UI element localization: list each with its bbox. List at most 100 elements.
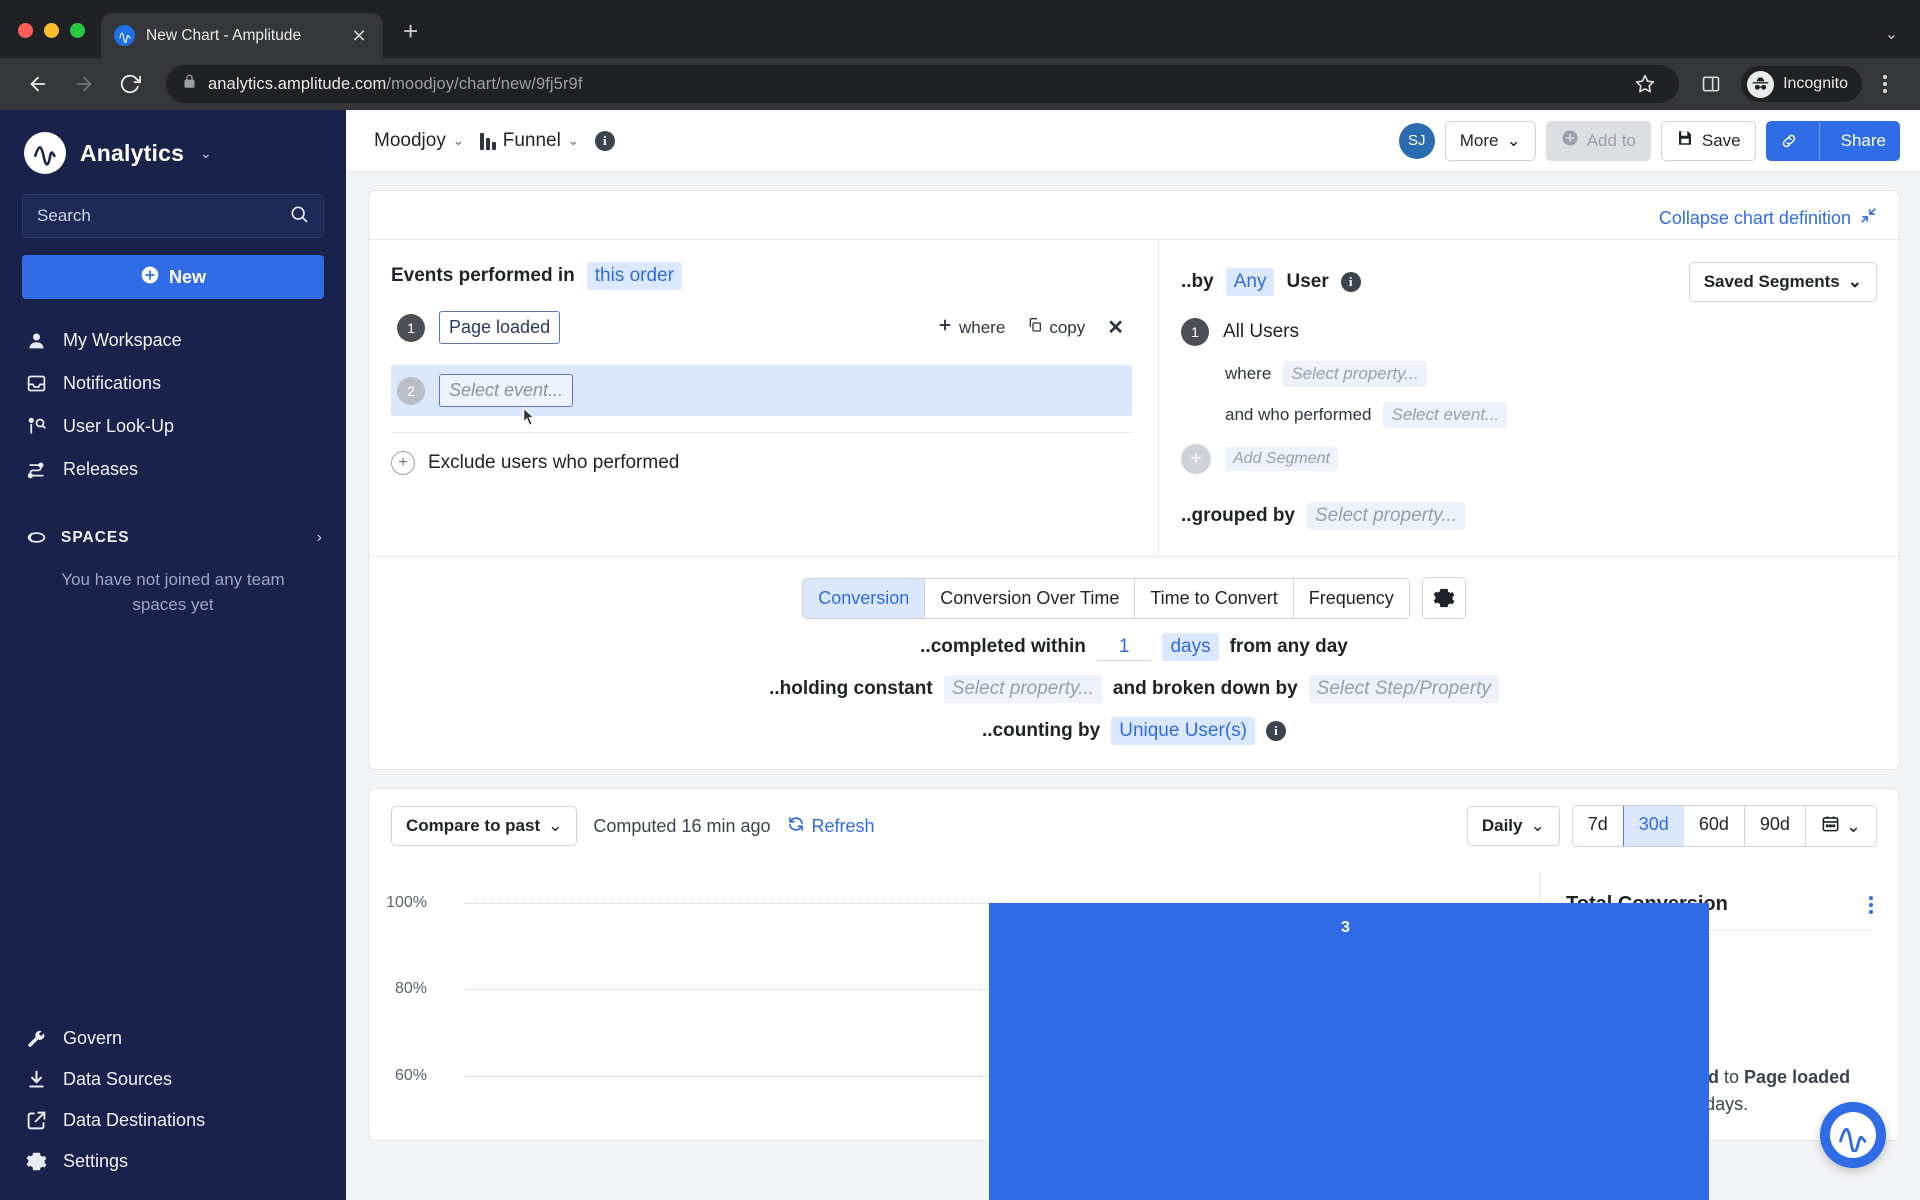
add-segment-button[interactable]: + Add Segment bbox=[1181, 444, 1877, 474]
share-button-label: Share bbox=[1840, 130, 1886, 150]
event-row[interactable]: 1 Page loaded where copy ✕ bbox=[391, 302, 1132, 353]
event-selector[interactable]: Page loaded bbox=[439, 311, 561, 344]
sidebar-item-settings[interactable]: Settings bbox=[0, 1141, 346, 1182]
remove-event-button[interactable]: ✕ bbox=[1107, 315, 1124, 340]
saved-segments-label: Saved Segments bbox=[1703, 272, 1840, 291]
more-button[interactable]: More ⌄ bbox=[1444, 120, 1536, 161]
chart-type-selector[interactable]: Funnel ⌄ bbox=[479, 130, 579, 152]
avatar[interactable]: SJ bbox=[1398, 122, 1435, 159]
chevron-down-icon[interactable]: ⌄ bbox=[200, 145, 212, 162]
sidebar-spaces-header[interactable]: SPACES › bbox=[0, 513, 346, 554]
calendar-range-button[interactable]: ⌄ bbox=[1805, 806, 1876, 846]
plus-circle-outline-icon: + bbox=[391, 451, 415, 475]
refresh-button[interactable]: Refresh bbox=[787, 815, 875, 838]
days-unit-selector[interactable]: days bbox=[1162, 633, 1219, 661]
incognito-profile-button[interactable]: Incognito bbox=[1741, 66, 1862, 102]
tab-conversion[interactable]: Conversion bbox=[803, 578, 926, 618]
sidebar-item-govern[interactable]: Govern bbox=[0, 1018, 346, 1059]
bar-value-label: 3 bbox=[1341, 919, 1350, 936]
sidebar-item-releases[interactable]: Releases bbox=[0, 448, 346, 491]
segment-where-value[interactable]: Select property... bbox=[1283, 361, 1427, 387]
calendar-icon bbox=[1821, 814, 1840, 838]
sidebar-item-my-workspace[interactable]: My Workspace bbox=[0, 319, 346, 362]
event-row[interactable]: 2 Select event... bbox=[391, 365, 1132, 416]
chart-definition-card: Collapse chart definition Events perform… bbox=[368, 190, 1900, 770]
browser-tab[interactable]: New Chart - Amplitude ✕ bbox=[101, 13, 383, 58]
event-selector[interactable]: Select event... bbox=[439, 374, 574, 407]
project-selector[interactable]: Moodjoy ⌄ bbox=[374, 130, 464, 152]
maximize-window-button[interactable] bbox=[70, 23, 85, 38]
new-button[interactable]: New bbox=[22, 255, 324, 299]
y-axis-tick-label: 100% bbox=[386, 894, 427, 911]
help-fab-button[interactable] bbox=[1820, 1102, 1886, 1168]
range-30d[interactable]: 30d bbox=[1622, 806, 1685, 846]
range-90d[interactable]: 90d bbox=[1744, 806, 1806, 846]
brand-header[interactable]: Analytics ⌄ bbox=[0, 110, 346, 188]
holding-constant-label: ..holding constant bbox=[769, 678, 933, 699]
url-path: /moodjoy/chart/new/9fj5r9f bbox=[386, 74, 583, 93]
reload-icon[interactable] bbox=[110, 64, 150, 104]
holding-constant-value[interactable]: Select property... bbox=[943, 675, 1102, 703]
sidebar-item-data-destinations[interactable]: Data Destinations bbox=[0, 1100, 346, 1141]
share-button[interactable]: Share bbox=[1765, 120, 1900, 161]
any-pill[interactable]: Any bbox=[1225, 268, 1275, 296]
tab-conversion-over-time[interactable]: Conversion Over Time bbox=[925, 578, 1136, 618]
search-input[interactable] bbox=[37, 206, 289, 226]
sidebar-item-notifications[interactable]: Notifications bbox=[0, 362, 346, 405]
chevron-right-icon[interactable]: › bbox=[317, 529, 322, 547]
divider bbox=[391, 432, 1132, 433]
grouped-by-value[interactable]: Select property... bbox=[1307, 502, 1466, 530]
three-dot-menu-icon[interactable] bbox=[1868, 66, 1902, 102]
saved-segments-button[interactable]: Saved Segments ⌄ bbox=[1688, 262, 1877, 302]
info-icon[interactable]: i bbox=[1340, 272, 1361, 292]
add-to-button-label: Add to bbox=[1586, 130, 1636, 150]
granularity-selector[interactable]: Daily ⌄ bbox=[1466, 806, 1560, 846]
collapse-chart-definition-button[interactable]: Collapse chart definition bbox=[1659, 207, 1877, 229]
exclude-users-button[interactable]: + Exclude users who performed bbox=[391, 451, 1132, 475]
forward-arrow-icon[interactable] bbox=[64, 64, 104, 104]
bar-series-1[interactable] bbox=[989, 903, 1709, 1200]
sidebar-item-user-look-up[interactable]: User Look-Up bbox=[0, 405, 346, 448]
search-box[interactable] bbox=[22, 194, 324, 238]
address-bar[interactable]: analytics.amplitude.com/moodjoy/chart/ne… bbox=[166, 65, 1680, 103]
range-7d[interactable]: 7d bbox=[1572, 806, 1624, 846]
add-where-button[interactable]: where bbox=[937, 317, 1005, 338]
tab-frequency[interactable]: Frequency bbox=[1293, 578, 1409, 618]
copy-event-button[interactable]: copy bbox=[1027, 317, 1085, 338]
minimize-window-button[interactable] bbox=[44, 23, 59, 38]
side-panel-icon[interactable] bbox=[1693, 66, 1729, 102]
new-tab-button[interactable]: + bbox=[403, 18, 418, 58]
range-60d[interactable]: 60d bbox=[1683, 806, 1745, 846]
star-icon[interactable] bbox=[1627, 66, 1663, 102]
three-dot-menu-icon[interactable] bbox=[1869, 895, 1873, 914]
tab-list-menu-button[interactable]: ⌄ bbox=[1885, 24, 1920, 58]
broken-down-value[interactable]: Select Step/Property bbox=[1308, 675, 1499, 703]
chevron-down-icon: ⌄ bbox=[567, 132, 579, 148]
info-icon[interactable]: i bbox=[1265, 721, 1286, 741]
close-tab-button[interactable]: ✕ bbox=[348, 27, 370, 45]
counting-by-value[interactable]: Unique User(s) bbox=[1111, 717, 1255, 745]
browser-tabstrip: New Chart - Amplitude ✕ + ⌄ bbox=[0, 0, 1920, 58]
inbox-icon bbox=[24, 373, 48, 394]
back-arrow-icon[interactable] bbox=[18, 64, 58, 104]
segment-performed-value[interactable]: Select event... bbox=[1383, 402, 1508, 428]
funnel-bar-chart[interactable]: 100% 80% 60% 3 bbox=[369, 871, 1709, 1200]
close-window-button[interactable] bbox=[18, 23, 33, 38]
app-topbar: Moodjoy ⌄ Funnel ⌄ i SJ More ⌄ Add to Sa… bbox=[346, 110, 1920, 172]
link-icon[interactable] bbox=[1767, 122, 1811, 160]
download-icon bbox=[24, 1069, 48, 1090]
gear-icon[interactable] bbox=[1421, 577, 1466, 619]
add-to-button[interactable]: Add to bbox=[1545, 120, 1651, 161]
save-button[interactable]: Save bbox=[1660, 120, 1756, 161]
sidebar: Analytics ⌄ New My bbox=[0, 110, 346, 1200]
segment-name[interactable]: All Users bbox=[1223, 321, 1299, 343]
chevron-down-icon: ⌄ bbox=[1847, 272, 1862, 291]
add-segment-label: Add Segment bbox=[1225, 447, 1338, 471]
tab-time-to-convert[interactable]: Time to Convert bbox=[1135, 578, 1294, 618]
event-order-pill[interactable]: this order bbox=[586, 262, 682, 290]
completed-within-input[interactable]: 1 bbox=[1096, 634, 1152, 661]
compare-to-past-button[interactable]: Compare to past ⌄ bbox=[391, 806, 578, 846]
completed-within-label: ..completed within bbox=[920, 636, 1086, 657]
info-icon[interactable]: i bbox=[594, 130, 615, 151]
sidebar-item-data-sources[interactable]: Data Sources bbox=[0, 1059, 346, 1100]
